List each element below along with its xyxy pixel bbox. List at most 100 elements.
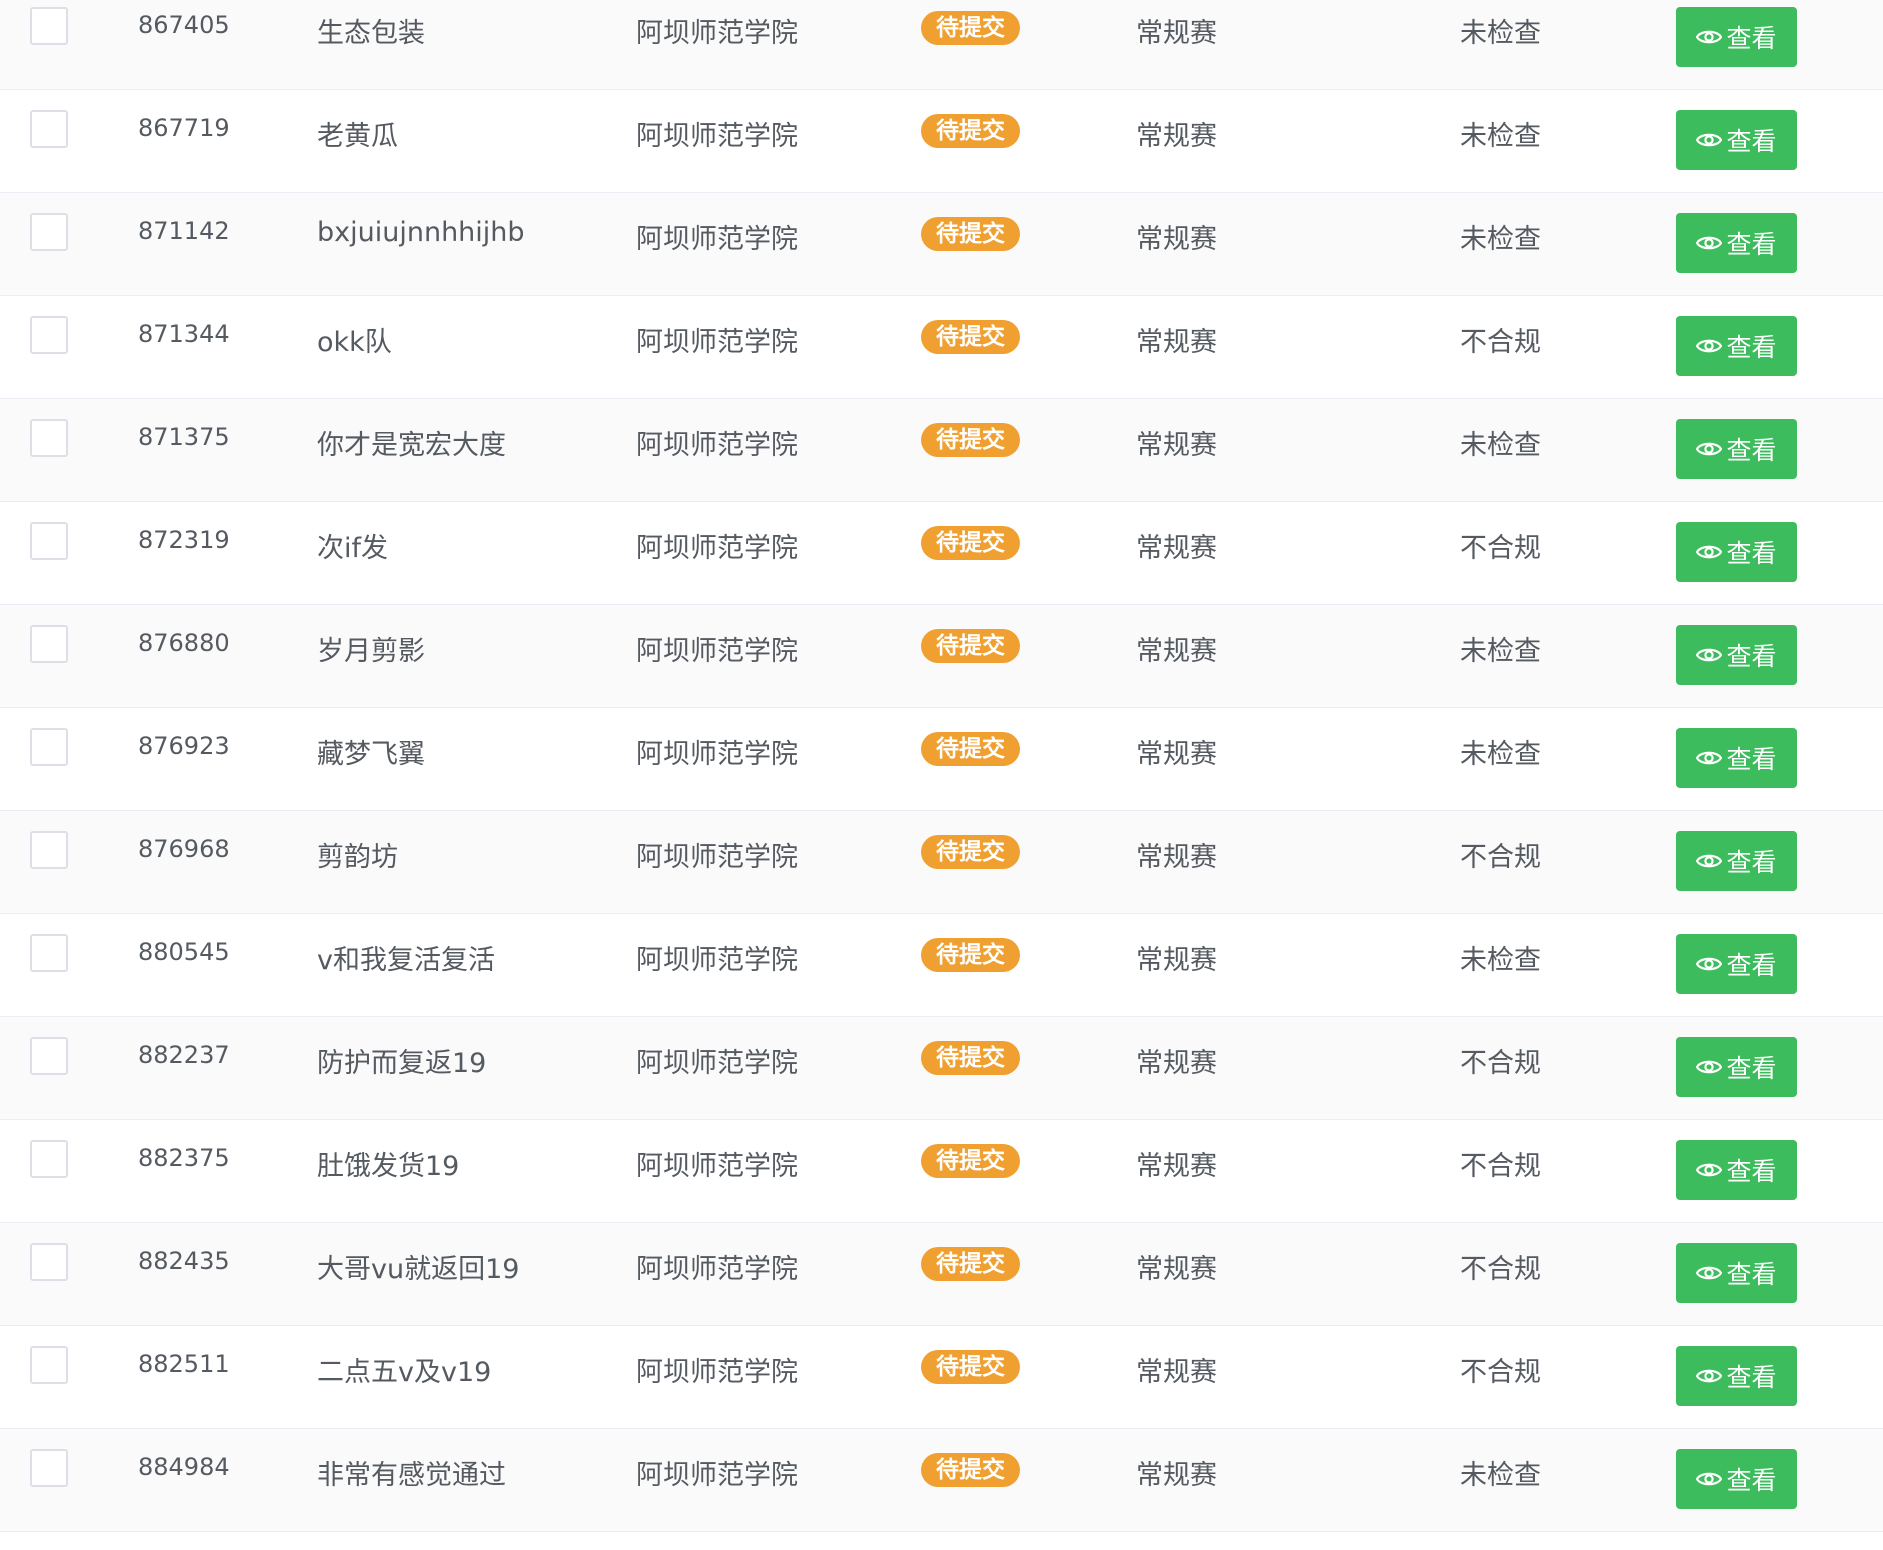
- eye-icon: [1696, 131, 1723, 149]
- check-status: 未检查: [1460, 739, 1541, 770]
- view-button[interactable]: 查看: [1676, 1243, 1797, 1303]
- row-checkbox[interactable]: [30, 110, 68, 148]
- view-button[interactable]: 查看: [1676, 316, 1797, 376]
- view-button-label: 查看: [1726, 1054, 1777, 1083]
- school-name: 阿坝师范学院: [636, 739, 798, 770]
- check-status: 未检查: [1460, 224, 1541, 255]
- school-name: 阿坝师范学院: [636, 1048, 798, 1079]
- team-name: 二点五v及v19: [317, 1357, 492, 1388]
- status-cell: 待提交: [921, 1429, 1020, 1532]
- row-checkbox[interactable]: [30, 1346, 68, 1384]
- row-checkbox[interactable]: [30, 1037, 68, 1075]
- team-id: 876880: [138, 629, 230, 657]
- row-checkbox[interactable]: [30, 1243, 68, 1281]
- view-button[interactable]: 查看: [1676, 213, 1797, 273]
- status-badge: 待提交: [921, 938, 1020, 972]
- row-checkbox[interactable]: [30, 728, 68, 766]
- view-button-label: 查看: [1726, 1157, 1777, 1186]
- status-badge: 待提交: [921, 1453, 1020, 1487]
- team-name: 次if发: [317, 533, 389, 564]
- view-button[interactable]: 查看: [1676, 625, 1797, 685]
- team-id: 876923: [138, 732, 230, 760]
- school-name: 阿坝师范学院: [636, 533, 798, 564]
- status-cell: 待提交: [921, 193, 1020, 296]
- team-name: v和我复活复活: [317, 945, 495, 976]
- view-button[interactable]: 查看: [1676, 1037, 1797, 1097]
- row-checkbox[interactable]: [30, 316, 68, 354]
- status-badge: 待提交: [921, 1144, 1020, 1178]
- status-cell: 待提交: [921, 90, 1020, 193]
- view-button[interactable]: 查看: [1676, 1140, 1797, 1200]
- competition-type: 常规赛: [1136, 739, 1217, 770]
- team-name: bxjuiujnnhhijhb: [317, 217, 525, 248]
- school-name: 阿坝师范学院: [636, 1254, 798, 1285]
- eye-icon: [1696, 1470, 1723, 1488]
- row-checkbox[interactable]: [30, 213, 68, 251]
- team-id: 882511: [138, 1350, 230, 1378]
- competition-type: 常规赛: [1136, 636, 1217, 667]
- view-button[interactable]: 查看: [1676, 728, 1797, 788]
- status-badge: 待提交: [921, 1247, 1020, 1281]
- row-checkbox[interactable]: [30, 522, 68, 560]
- status-badge: 待提交: [921, 835, 1020, 869]
- eye-icon: [1696, 1367, 1723, 1385]
- table-row: 880545 v和我复活复活 阿坝师范学院 待提交 常规赛 未检查 查看: [0, 914, 1883, 1017]
- eye-icon: [1696, 955, 1723, 973]
- status-badge: 待提交: [921, 732, 1020, 766]
- table-row: 876923 藏梦飞翼 阿坝师范学院 待提交 常规赛 未检查 查看: [0, 708, 1883, 811]
- view-button[interactable]: 查看: [1676, 110, 1797, 170]
- table-row: 867405 生态包装 阿坝师范学院 待提交 常规赛 未检查 查看: [0, 0, 1883, 90]
- school-name: 阿坝师范学院: [636, 1460, 798, 1491]
- view-button[interactable]: 查看: [1676, 1449, 1797, 1509]
- view-button-label: 查看: [1726, 745, 1777, 774]
- competition-type: 常规赛: [1136, 224, 1217, 255]
- row-checkbox[interactable]: [30, 625, 68, 663]
- view-button-label: 查看: [1726, 127, 1777, 156]
- team-id: 871344: [138, 320, 230, 348]
- view-button[interactable]: 查看: [1676, 522, 1797, 582]
- row-checkbox[interactable]: [30, 934, 68, 972]
- school-name: 阿坝师范学院: [636, 842, 798, 873]
- team-name: 大哥vu就返回19: [317, 1254, 520, 1285]
- view-button[interactable]: 查看: [1676, 831, 1797, 891]
- competition-type: 常规赛: [1136, 121, 1217, 152]
- view-button-label: 查看: [1726, 848, 1777, 877]
- status-cell: 待提交: [921, 605, 1020, 708]
- check-status: 不合规: [1460, 1357, 1541, 1388]
- team-name: 肚饿发货19: [317, 1151, 460, 1182]
- row-checkbox[interactable]: [30, 1449, 68, 1487]
- eye-icon: [1696, 543, 1723, 561]
- table-row: 876880 岁月剪影 阿坝师范学院 待提交 常规赛 未检查 查看: [0, 605, 1883, 708]
- table-row: 872319 次if发 阿坝师范学院 待提交 常规赛 不合规 查看: [0, 502, 1883, 605]
- eye-icon: [1696, 28, 1723, 46]
- team-name: 非常有感觉通过: [317, 1460, 506, 1491]
- eye-icon: [1696, 749, 1723, 767]
- team-id: 882435: [138, 1247, 230, 1275]
- check-status: 未检查: [1460, 18, 1541, 49]
- check-status: 不合规: [1460, 1048, 1541, 1079]
- team-name: 藏梦飞翼: [317, 739, 425, 770]
- view-button-label: 查看: [1726, 1363, 1777, 1392]
- status-badge: 待提交: [921, 526, 1020, 560]
- school-name: 阿坝师范学院: [636, 224, 798, 255]
- check-status: 未检查: [1460, 1460, 1541, 1491]
- competition-type: 常规赛: [1136, 1357, 1217, 1388]
- row-checkbox[interactable]: [30, 1140, 68, 1178]
- view-button[interactable]: 查看: [1676, 1346, 1797, 1406]
- view-button-label: 查看: [1726, 436, 1777, 465]
- view-button-label: 查看: [1726, 333, 1777, 362]
- view-button[interactable]: 查看: [1676, 7, 1797, 67]
- team-id: 872319: [138, 526, 230, 554]
- competition-type: 常规赛: [1136, 327, 1217, 358]
- team-id: 876968: [138, 835, 230, 863]
- view-button[interactable]: 查看: [1676, 934, 1797, 994]
- view-button-label: 查看: [1726, 951, 1777, 980]
- school-name: 阿坝师范学院: [636, 121, 798, 152]
- check-status: 未检查: [1460, 636, 1541, 667]
- row-checkbox[interactable]: [30, 7, 68, 45]
- check-status: 不合规: [1460, 533, 1541, 564]
- row-checkbox[interactable]: [30, 831, 68, 869]
- table-row: 882375 肚饿发货19 阿坝师范学院 待提交 常规赛 不合规 查看: [0, 1120, 1883, 1223]
- row-checkbox[interactable]: [30, 419, 68, 457]
- view-button[interactable]: 查看: [1676, 419, 1797, 479]
